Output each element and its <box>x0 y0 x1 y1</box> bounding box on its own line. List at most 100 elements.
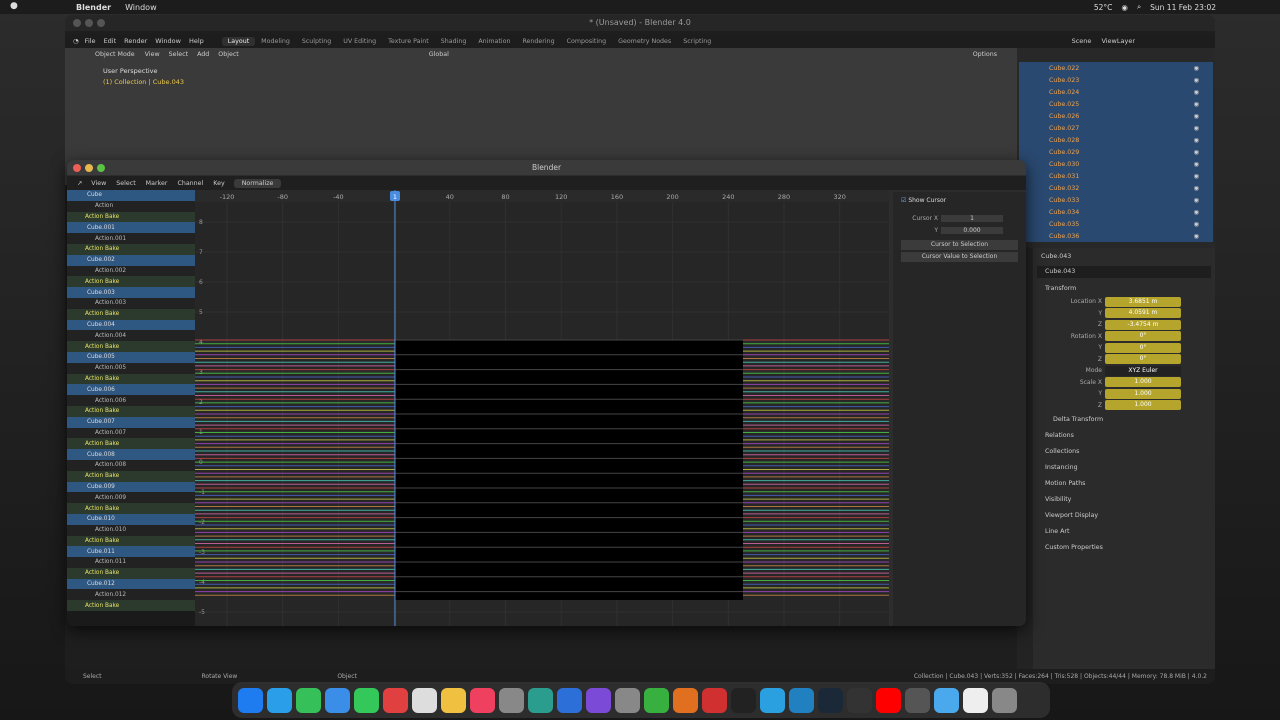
mode-dropdown[interactable]: Object Mode <box>95 51 135 58</box>
channel-fcurve-group[interactable]: Action Bake <box>67 600 195 612</box>
visibility-icon[interactable]: ◉ <box>1194 221 1200 228</box>
wifi-icon[interactable]: ◉ <box>1121 3 1128 12</box>
dock-app-icon[interactable] <box>615 687 640 713</box>
dock-app-icon[interactable] <box>325 687 350 713</box>
dock-app-icon[interactable] <box>847 687 872 713</box>
dock-app-icon[interactable] <box>905 687 930 713</box>
visibility-icon[interactable]: ◉ <box>1194 137 1200 144</box>
dock-app-icon[interactable] <box>267 687 292 713</box>
graph-minimize-button[interactable] <box>85 164 93 172</box>
dock-app-icon[interactable] <box>760 687 785 713</box>
graph-close-button[interactable] <box>73 164 81 172</box>
minimize-button[interactable] <box>85 19 93 27</box>
editor-type-icon[interactable]: ↗ <box>77 180 82 187</box>
tab-rendering[interactable]: Rendering <box>516 37 560 46</box>
outliner-row[interactable]: Cube.033 ◉ <box>1019 194 1213 206</box>
channel-object[interactable]: Cube <box>67 190 195 201</box>
outliner-row[interactable]: Cube.026 ◉ <box>1019 110 1213 122</box>
delta-transform[interactable]: Delta Transform <box>1033 411 1215 427</box>
tab-animation[interactable]: Animation <box>472 37 516 46</box>
visibility-icon[interactable]: ◉ <box>1194 101 1200 108</box>
dock-app-icon[interactable] <box>383 687 408 713</box>
menu-render[interactable]: Render <box>124 37 147 45</box>
channel-fcurve-group[interactable]: Action Bake <box>67 535 195 547</box>
channel-fcurve-group[interactable]: Action Bake <box>67 567 195 579</box>
property-field[interactable]: 4.0591 m <box>1105 308 1181 319</box>
graph-menu-marker[interactable]: Marker <box>146 180 168 187</box>
dock-app-icon[interactable] <box>789 687 814 713</box>
cursor-to-selection-button[interactable]: Cursor to Selection <box>901 240 1018 250</box>
channel-action[interactable]: Action.003 <box>67 297 195 309</box>
channel-object[interactable]: Cube.002 <box>67 254 195 266</box>
visibility-icon[interactable]: ◉ <box>1194 233 1200 240</box>
close-button[interactable] <box>73 19 81 27</box>
channel-fcurve-group[interactable]: Action Bake <box>67 276 195 288</box>
outliner-row[interactable]: Cube.024 ◉ <box>1019 86 1213 98</box>
outliner-row[interactable]: Cube.027 ◉ <box>1019 122 1213 134</box>
viewlayer-field[interactable]: ViewLayer <box>1101 37 1135 45</box>
outliner[interactable]: Cube.022 ◉ Cube.023 ◉ Cube.024 ◉ Cube.025 ◉ Cube… <box>1017 48 1215 248</box>
dock-app-icon[interactable] <box>673 687 698 713</box>
channel-action[interactable]: Action.007 <box>67 427 195 439</box>
dock-app-icon[interactable] <box>557 687 582 713</box>
dock-app-icon[interactable] <box>354 687 379 713</box>
visibility-icon[interactable]: ◉ <box>1194 125 1200 132</box>
channel-object[interactable]: Cube.012 <box>67 578 195 590</box>
outliner-row[interactable]: Cube.031 ◉ <box>1019 170 1213 182</box>
channel-action[interactable]: Action.008 <box>67 459 195 471</box>
dock-app-icon[interactable] <box>992 687 1017 713</box>
graph-zoom-button[interactable] <box>97 164 105 172</box>
outliner-row[interactable]: Cube.036 ◉ <box>1019 230 1213 242</box>
channel-action[interactable]: Action.002 <box>67 265 195 277</box>
outliner-row[interactable]: Cube.032 ◉ <box>1019 182 1213 194</box>
scene-field[interactable]: Scene <box>1072 37 1092 45</box>
show-cursor-checkbox[interactable]: ☑ <box>901 197 906 204</box>
object-data-field[interactable]: Cube.043 <box>1037 266 1211 278</box>
menu-help[interactable]: Help <box>189 37 204 45</box>
visibility-icon[interactable]: ◉ <box>1194 65 1200 72</box>
graph-area[interactable]: -120-80-40140801201602002402803208765432… <box>195 190 889 626</box>
tab-sculpting[interactable]: Sculpting <box>296 37 337 46</box>
dock-app-icon[interactable] <box>963 687 988 713</box>
channel-object[interactable]: Cube.004 <box>67 319 195 331</box>
graph-menu-view[interactable]: View <box>91 180 106 187</box>
search-icon[interactable]: ⌕ <box>1137 2 1141 12</box>
cursor-y-field[interactable]: 0.000 <box>941 226 1003 234</box>
outliner-row[interactable]: Cube.025 ◉ <box>1019 98 1213 110</box>
viewport-menu-add[interactable]: Add <box>197 51 209 58</box>
dock-app-icon[interactable] <box>934 687 959 713</box>
viewport-menu-select[interactable]: Select <box>169 51 188 58</box>
outliner-row[interactable]: Cube.034 ◉ <box>1019 206 1213 218</box>
channel-fcurve-group[interactable]: Action Bake <box>67 438 195 450</box>
dock-app-icon[interactable] <box>499 687 524 713</box>
property-field[interactable]: 0° <box>1105 331 1181 342</box>
property-field[interactable]: 3.6851 m <box>1105 296 1181 307</box>
section-motion-paths[interactable]: Motion Paths <box>1033 475 1215 491</box>
channel-action[interactable]: Action.011 <box>67 557 195 568</box>
channel-fcurve-group[interactable]: Action Bake <box>67 341 195 352</box>
window-menu[interactable]: Window <box>125 3 157 12</box>
section-custom-properties[interactable]: Custom Properties <box>1033 539 1215 555</box>
property-field[interactable]: XYZ Euler <box>1105 365 1181 376</box>
clock[interactable]: Sun 11 Feb 23:02 <box>1150 3 1216 12</box>
dock-app-icon[interactable] <box>644 687 669 713</box>
property-field[interactable]: 0° <box>1105 354 1181 365</box>
graph-menu-key[interactable]: Key <box>213 180 224 187</box>
channel-action[interactable]: Action.010 <box>67 524 195 536</box>
channel-object[interactable]: Cube.005 <box>67 351 195 363</box>
outliner-row[interactable]: Cube.030 ◉ <box>1019 158 1213 170</box>
visibility-icon[interactable]: ◉ <box>1194 209 1200 216</box>
channel-list[interactable]: Cube Action Action Bake Cube.001 Action.001 A… <box>67 190 195 626</box>
menu-window[interactable]: Window <box>155 37 181 45</box>
apple-icon[interactable]: ● <box>10 1 18 11</box>
dock-app-icon[interactable] <box>528 687 553 713</box>
tab-geometry-nodes[interactable]: Geometry Nodes <box>612 37 677 46</box>
visibility-icon[interactable]: ◉ <box>1194 185 1200 192</box>
object-name[interactable]: Cube.043 <box>1033 248 1215 264</box>
section-relations[interactable]: Relations <box>1033 427 1215 443</box>
channel-action[interactable]: Action.012 <box>67 589 195 601</box>
viewport-menu-object[interactable]: Object <box>218 51 239 58</box>
channel-object[interactable]: Cube.007 <box>67 416 195 428</box>
channel-object[interactable]: Cube.010 <box>67 513 195 525</box>
section-line-art[interactable]: Line Art <box>1033 523 1215 539</box>
